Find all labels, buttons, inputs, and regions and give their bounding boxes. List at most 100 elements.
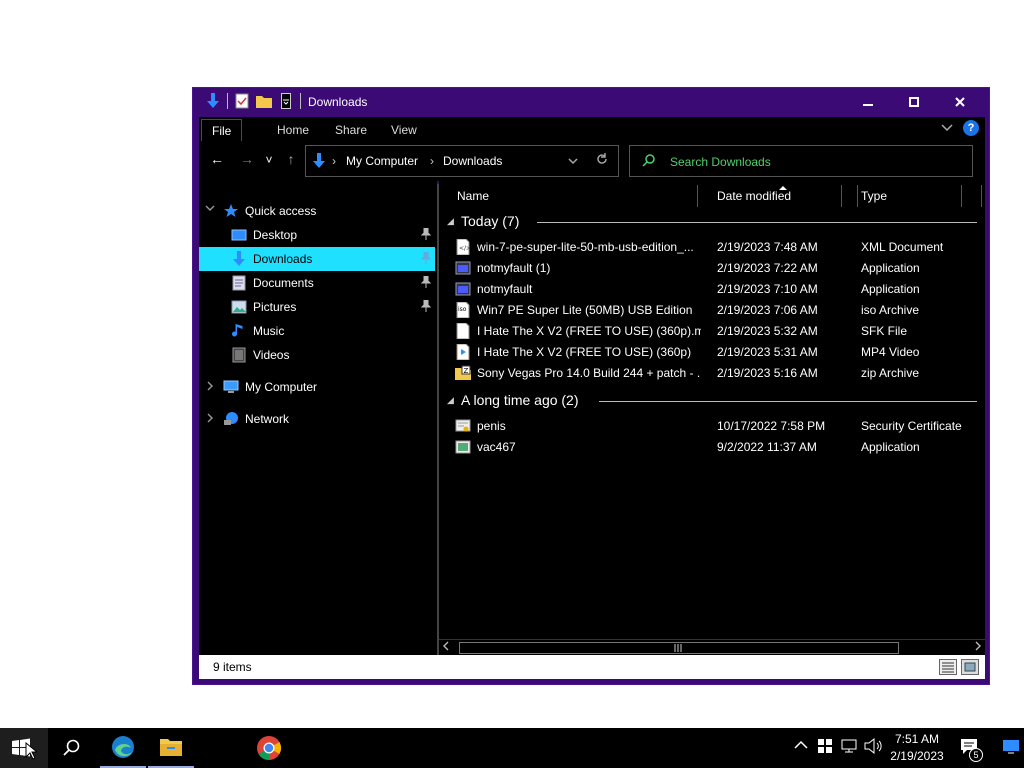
breadcrumb-my-computer[interactable]: My Computer — [346, 154, 418, 168]
volume-icon[interactable] — [864, 737, 884, 757]
application-icon — [455, 281, 471, 297]
file-name: notmyfault — [477, 282, 533, 296]
expand-ribbon-icon[interactable] — [941, 121, 953, 135]
close-icon — [955, 97, 965, 107]
sidebar-item-music[interactable]: Music — [199, 319, 435, 343]
column-separator[interactable] — [697, 185, 698, 207]
column-header-type[interactable]: Type — [861, 181, 887, 211]
music-icon — [231, 323, 247, 339]
close-button[interactable] — [937, 88, 983, 116]
up-button[interactable]: ↑ — [281, 151, 301, 167]
file-row[interactable]: notmyfault (1) 2/19/2023 7:22 AM Applica… — [455, 258, 981, 279]
taskbar-chrome[interactable] — [246, 728, 292, 768]
tab-home[interactable]: Home — [267, 119, 319, 141]
search-box[interactable]: Search Downloads — [629, 145, 973, 177]
sidebar-item-desktop[interactable]: Desktop — [199, 223, 435, 247]
recent-locations-button[interactable]: ˅ — [259, 153, 279, 167]
sidebar-item-network[interactable]: Network — [199, 407, 435, 431]
sidebar-item-quick-access[interactable]: Quick access — [199, 199, 435, 223]
chevron-down-icon[interactable] — [205, 205, 215, 215]
collapse-triangle-icon[interactable]: ◢ — [447, 216, 454, 227]
column-separator[interactable] — [857, 185, 858, 207]
scroll-left-icon[interactable] — [443, 641, 449, 654]
taskbar-edge[interactable] — [100, 728, 146, 768]
forward-button[interactable]: → — [237, 151, 257, 167]
group-divider — [537, 222, 977, 223]
scrollbar-thumb[interactable] — [459, 642, 899, 654]
taskbar: 7:51 AM 2/19/2023 5 — [0, 728, 1024, 768]
server-manager-icon[interactable] — [817, 738, 833, 757]
sidebar-item-pictures[interactable]: Pictures — [199, 295, 435, 319]
chevron-right-icon[interactable] — [207, 381, 215, 393]
documents-icon — [231, 275, 247, 291]
tab-view[interactable]: View — [381, 119, 427, 141]
sidebar-item-downloads[interactable]: Downloads — [199, 247, 435, 271]
network-status-icon[interactable] — [841, 738, 859, 757]
pin-icon[interactable] — [420, 251, 432, 267]
xml-file-icon: </> — [455, 238, 471, 256]
file-row[interactable]: I Hate The X V2 (FREE TO USE) (360p).mp.… — [455, 321, 981, 342]
address-history-dropdown-icon[interactable] — [568, 154, 578, 168]
search-input[interactable]: Search Downloads — [670, 155, 771, 169]
file-row[interactable]: iso Win7 PE Super Lite (50MB) USB Editio… — [455, 300, 981, 321]
tab-file[interactable]: File — [201, 119, 243, 141]
scroll-right-icon[interactable] — [975, 641, 981, 654]
file-date: 2/19/2023 5:31 AM — [717, 345, 818, 359]
column-header-name[interactable]: Name — [457, 181, 489, 211]
file-date: 2/19/2023 7:48 AM — [717, 240, 818, 254]
minimize-button[interactable] — [845, 88, 891, 116]
large-icons-view-icon[interactable] — [961, 659, 979, 675]
file-row[interactable]: Z Sony Vegas Pro 14.0 Build 244 + patch … — [455, 363, 981, 384]
system-clock[interactable]: 7:51 AM 2/19/2023 — [886, 731, 948, 765]
file-row[interactable]: I Hate The X V2 (FREE TO USE) (360p) 2/1… — [455, 342, 981, 363]
file-list: Name Date modified Type ◢ Today (7) </> … — [439, 181, 985, 655]
download-arrow-icon — [231, 251, 247, 267]
file-name: I Hate The X V2 (FREE TO USE) (360p) — [477, 345, 692, 359]
taskbar-file-explorer[interactable] — [148, 728, 194, 768]
pin-icon[interactable] — [420, 275, 432, 291]
breadcrumb-downloads[interactable]: Downloads — [443, 154, 502, 168]
maximize-button[interactable] — [891, 88, 937, 116]
group-label: A long time ago (2) — [461, 392, 579, 408]
file-date: 2/19/2023 7:22 AM — [717, 261, 818, 275]
sidebar-item-documents[interactable]: Documents — [199, 271, 435, 295]
column-separator[interactable] — [981, 185, 982, 207]
search-icon — [642, 153, 656, 170]
title-bar[interactable]: Downloads — [193, 88, 989, 116]
sidebar-item-videos[interactable]: Videos — [199, 343, 435, 367]
status-bar: 9 items — [199, 655, 985, 679]
star-icon — [223, 203, 239, 219]
folder-icon — [160, 739, 182, 756]
file-row[interactable]: penis 10/17/2022 7:58 PM Security Certif… — [455, 416, 981, 437]
back-button[interactable]: ← — [207, 151, 227, 167]
address-bar[interactable]: › My Computer › Downloads — [305, 145, 619, 177]
help-icon[interactable]: ? — [963, 120, 979, 136]
column-separator[interactable] — [841, 185, 842, 207]
customize-toolbar-icon[interactable] — [278, 93, 294, 109]
details-view-icon[interactable] — [939, 659, 957, 675]
file-row[interactable]: notmyfault 2/19/2023 7:10 AM Application — [455, 279, 981, 300]
file-row[interactable]: </> win-7-pe-super-lite-50-mb-usb-editio… — [455, 237, 981, 258]
chevron-right-icon[interactable] — [207, 413, 215, 425]
sidebar-item-my-computer[interactable]: My Computer — [199, 375, 435, 399]
properties-icon[interactable] — [234, 93, 250, 109]
pin-icon[interactable] — [420, 227, 432, 243]
column-separator[interactable] — [961, 185, 962, 207]
clock-time: 7:51 AM — [894, 732, 940, 746]
pin-icon[interactable] — [420, 299, 432, 315]
pictures-icon — [231, 299, 247, 315]
show-desktop-icon[interactable] — [1002, 739, 1020, 758]
horizontal-scrollbar[interactable] — [439, 639, 985, 655]
sidebar-item-label: My Computer — [245, 380, 318, 394]
file-name: I Hate The X V2 (FREE TO USE) (360p).mp.… — [477, 324, 701, 338]
file-row[interactable]: vac467 9/2/2022 11:37 AM Application — [455, 437, 981, 458]
tab-share[interactable]: Share — [325, 119, 377, 141]
maximize-icon — [909, 97, 919, 107]
show-hidden-icons-chevron-icon[interactable] — [794, 738, 808, 753]
start-button[interactable] — [0, 728, 48, 768]
new-folder-icon[interactable] — [256, 93, 272, 109]
refresh-icon[interactable] — [596, 152, 608, 168]
collapse-triangle-icon[interactable]: ◢ — [447, 395, 454, 406]
svg-text:iso: iso — [458, 306, 467, 313]
search-button[interactable] — [52, 728, 92, 768]
